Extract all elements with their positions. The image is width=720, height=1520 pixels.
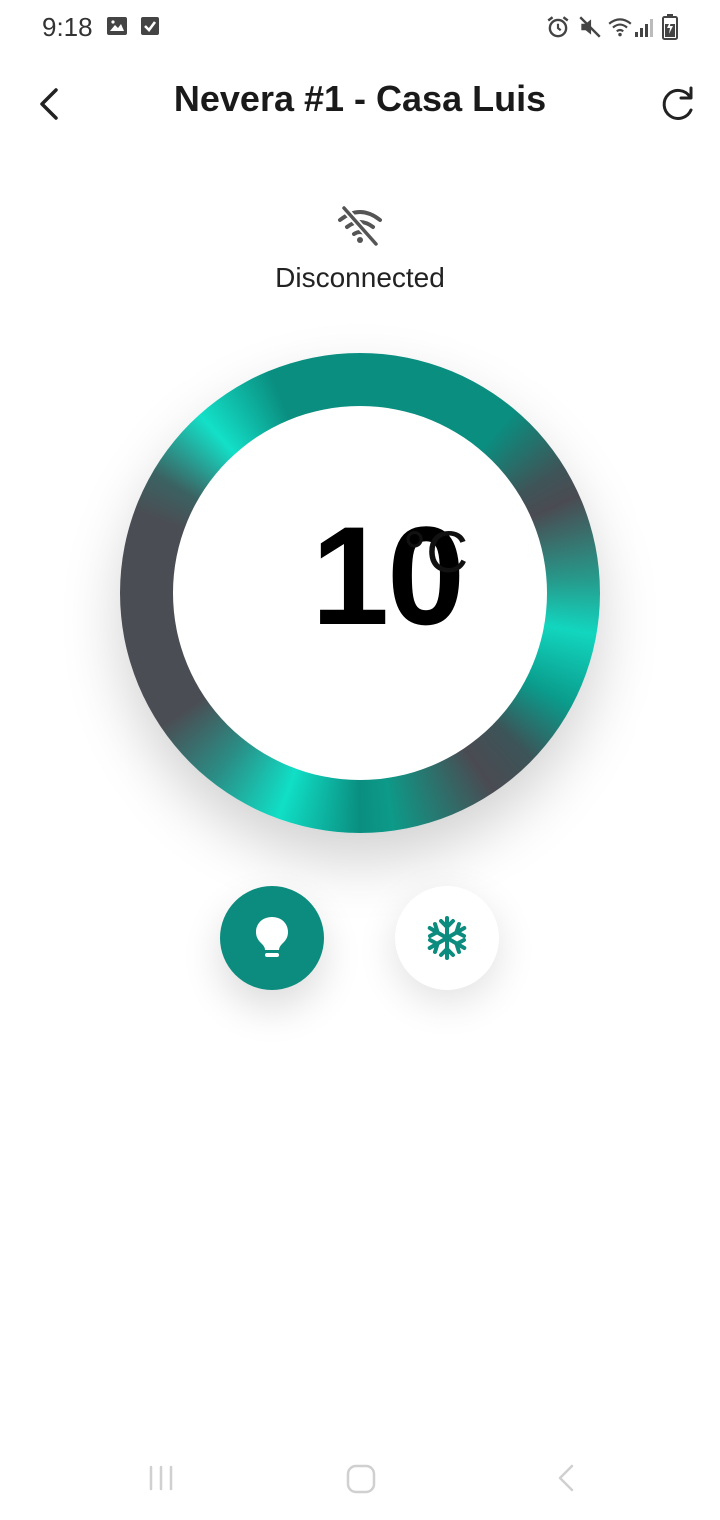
- refresh-button[interactable]: [654, 80, 702, 128]
- temperature-ring: 10 °C: [120, 353, 600, 833]
- back-icon[interactable]: [550, 1462, 580, 1494]
- image-icon: [107, 17, 127, 35]
- connection-status: Disconnected: [275, 262, 445, 293]
- wifi-icon: [608, 18, 632, 37]
- thermostat-screen: 9:18 Nevera #1 - Casa Luis Disconnected …: [0, 0, 720, 1520]
- status-time: 9:18: [42, 12, 93, 42]
- app-bar: Nevera #1 - Casa Luis: [0, 60, 720, 144]
- checkbox-icon: [141, 17, 159, 35]
- refresh-icon: [662, 86, 693, 120]
- home-icon[interactable]: [344, 1462, 378, 1496]
- system-nav-bar: [0, 1440, 720, 1520]
- mute-icon: [579, 16, 601, 38]
- light-toggle-button[interactable]: [220, 886, 324, 990]
- wifi-off-icon: [338, 205, 382, 247]
- recents-icon[interactable]: [145, 1462, 177, 1494]
- lightbulb-icon: [256, 917, 288, 957]
- temperature-dial: 10 °C: [173, 406, 547, 780]
- alarm-icon: [547, 16, 569, 38]
- temperature-unit: °C: [403, 520, 469, 585]
- battery-icon: [662, 14, 678, 40]
- snowflake-icon: [427, 916, 467, 960]
- freeze-toggle-button[interactable]: [395, 886, 499, 990]
- status-bar: 9:18: [0, 0, 720, 56]
- page-title: Nevera #1 - Casa Luis: [173, 78, 547, 119]
- signal-icon: [635, 19, 653, 37]
